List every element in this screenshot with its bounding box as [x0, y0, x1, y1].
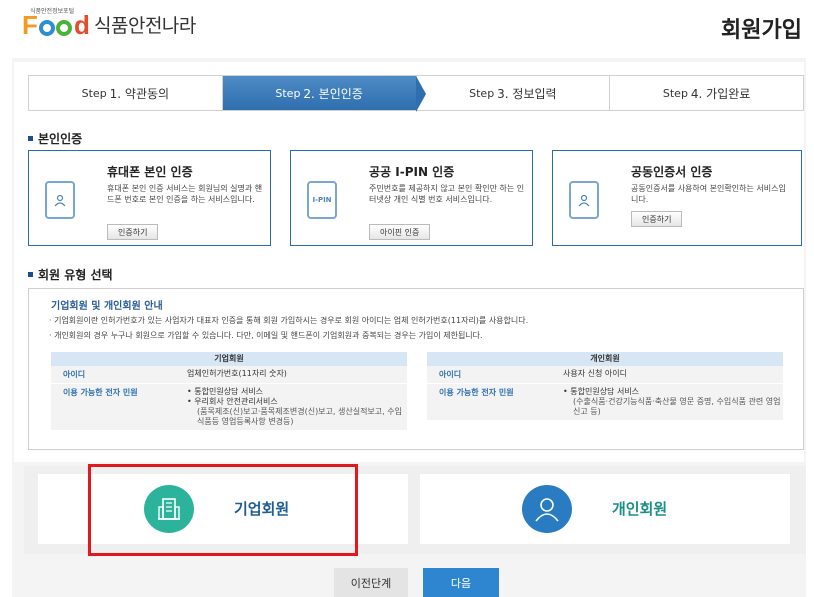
member-type-info: 기업회원 및 개인회원 안내 · 기업회원이란 인허가번호가 있는 사업자가 대…: [28, 288, 804, 450]
cert-auth-title: 공동인증서 인증: [631, 165, 713, 179]
food-logo-mark: 식품안전정보포털 F d: [22, 8, 90, 40]
table-row: 아이디 사용자 신청 아이디: [427, 366, 783, 384]
info-heading: 기업회원 및 개인회원 안내: [51, 301, 163, 312]
type-section-title: 회원 유형 선택: [28, 266, 113, 283]
phone-auth-box: 휴대폰 본인 인증 휴대폰 본인 인증 서비스는 회원님의 실명과 핸드폰 번호…: [28, 150, 271, 246]
step-2-active: Step 2. 본인인증: [222, 76, 426, 112]
ipin-icon: I-PIN: [307, 181, 337, 219]
selection-highlight: [88, 464, 358, 556]
next-button[interactable]: 다음: [423, 568, 499, 597]
table-row: 이용 가능한 전자 민원 • 통합민원상담 서비스 • 우리회사 안전관리서비스…: [51, 384, 407, 431]
cert-auth-desc: 공동인증서를 사용하여 본인확인하는 서비스입니다.: [631, 184, 786, 204]
person-icon: [522, 485, 572, 533]
step-3: Step 3. 정보입력: [417, 76, 611, 110]
ipin-auth-box: I-PIN 공공 I-PIN 인증 주민번호를 제공하지 않고 본인 확인만 하…: [290, 150, 533, 246]
auth-section-title: 본인인증: [28, 130, 82, 147]
bullet-square-icon: [28, 136, 33, 141]
certificate-phone-icon: [569, 181, 599, 219]
step-indicator: Step 1. 약관동의 Step 2. 본인인증 Step 3. 정보입력 Step…: [28, 75, 804, 112]
corp-member-table: 기업회원 아이디 업체인허가번호(11자리 숫자) 이용 가능한 전자 민원 •…: [51, 352, 407, 431]
phone-auth-title: 휴대폰 본인 인증: [107, 165, 193, 179]
cert-auth-button[interactable]: 인증하기: [631, 211, 683, 227]
page-title: 회원가입: [721, 18, 802, 43]
phone-auth-desc: 휴대폰 본인 인증 서비스는 회원님의 실명과 핸드폰 번호로 본인 인증을 하…: [107, 184, 263, 204]
table-row: 아이디 업체인허가번호(11자리 숫자): [51, 366, 407, 384]
step-4: Step 4. 가입완료: [662, 86, 751, 101]
ipin-auth-title: 공공 I-PIN 인증: [369, 165, 455, 179]
cert-auth-box: 공동인증서 인증 공동인증서를 사용하여 본인확인하는 서비스입니다. 인증하기: [552, 150, 802, 246]
phone-auth-button[interactable]: 인증하기: [107, 224, 159, 240]
info-note-2: · 개인회원의 경우 누구나 회원으로 가입할 수 있습니다. 다만, 이메일 …: [49, 331, 483, 340]
logo-name: 식품안전나라: [94, 15, 196, 37]
indiv-member-button[interactable]: 개인회원: [420, 474, 790, 544]
step-1: Step 1. 약관동의: [29, 76, 223, 110]
indiv-member-label: 개인회원: [612, 500, 668, 518]
site-logo[interactable]: 식품안전정보포털 F d 식품안전나라: [22, 8, 196, 40]
mobile-phone-icon: [45, 181, 75, 219]
ipin-auth-button[interactable]: 아이핀 인증: [369, 224, 431, 240]
indiv-table-header: 개인회원: [427, 352, 783, 366]
ipin-auth-desc: 주민번호를 제공하지 않고 본인 확인만 하는 인터넷상 개인 식별 번호 서비…: [369, 184, 525, 204]
bullet-square-icon: [28, 272, 33, 277]
indiv-member-table: 개인회원 아이디 사용자 신청 아이디 이용 가능한 전자 민원 • 통합민원상…: [427, 352, 783, 421]
prev-step-button[interactable]: 이전단계: [334, 568, 408, 597]
site-header: 식품안전정보포털 F d 식품안전나라 회원가입: [0, 0, 814, 52]
table-row: 이용 가능한 전자 민원 • 통합민원상담 서비스 (수출식품·건강기능식품·축…: [427, 384, 783, 421]
corp-table-header: 기업회원: [51, 352, 407, 366]
info-note-1: · 기업회원이란 인허가번호가 있는 사업자가 대표자 인증을 통해 회원 가입…: [49, 316, 529, 325]
